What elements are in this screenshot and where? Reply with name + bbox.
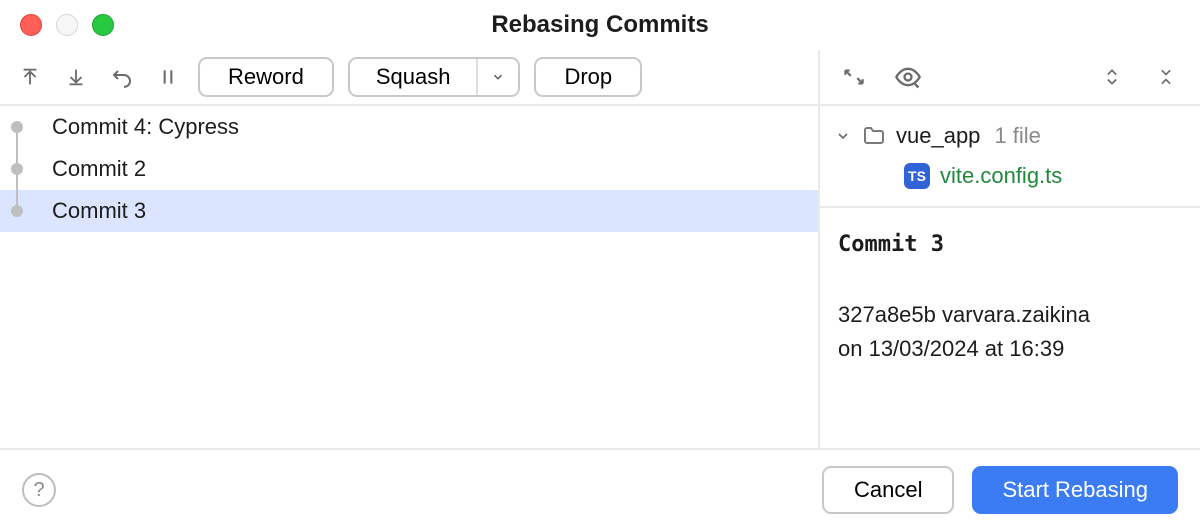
tree-folder-row[interactable]: vue_app 1 file xyxy=(834,116,1186,156)
folder-name: vue_app xyxy=(896,123,980,149)
commit-row[interactable]: Commit 2 xyxy=(0,148,818,190)
close-window-button[interactable] xyxy=(20,14,42,36)
drop-button[interactable]: Drop xyxy=(534,57,642,97)
tree-file-row[interactable]: TS vite.config.ts xyxy=(834,156,1186,196)
main-content: Reword Squash Drop Commit 4: Cypress Com… xyxy=(0,50,1200,448)
maximize-window-button[interactable] xyxy=(92,14,114,36)
move-down-icon[interactable] xyxy=(60,61,92,93)
squash-dropdown-button[interactable] xyxy=(476,59,518,95)
graph-dot xyxy=(11,163,23,175)
squash-split-button: Squash xyxy=(348,57,521,97)
reword-button[interactable]: Reword xyxy=(198,57,334,97)
commit-date: on 13/03/2024 at 16:39 xyxy=(838,336,1064,361)
window-title: Rebasing Commits xyxy=(0,11,1200,39)
move-up-icon[interactable] xyxy=(14,61,46,93)
start-rebasing-button[interactable]: Start Rebasing xyxy=(972,466,1178,514)
undo-icon[interactable] xyxy=(106,61,138,93)
commit-label: Commit 3 xyxy=(52,198,146,224)
left-pane: Reword Squash Drop Commit 4: Cypress Com… xyxy=(0,50,820,448)
pause-icon[interactable] xyxy=(152,61,184,93)
graph-dot xyxy=(11,205,23,217)
preview-icon[interactable] xyxy=(892,61,924,93)
commit-list: Commit 4: Cypress Commit 2 Commit 3 xyxy=(0,106,818,448)
commit-message-title: Commit 3 xyxy=(838,228,1182,262)
help-button[interactable]: ? xyxy=(22,473,56,507)
commit-label: Commit 4: Cypress xyxy=(52,114,239,140)
file-count: 1 file xyxy=(994,123,1040,149)
cancel-button[interactable]: Cancel xyxy=(822,466,954,514)
commit-row[interactable]: Commit 4: Cypress xyxy=(0,106,818,148)
titlebar: Rebasing Commits xyxy=(0,0,1200,50)
expand-icon[interactable] xyxy=(1096,61,1128,93)
rebase-toolbar: Reword Squash Drop xyxy=(0,50,818,106)
squash-button[interactable]: Squash xyxy=(350,59,477,95)
window-controls xyxy=(0,14,114,36)
commit-details: Commit 3 327a8e5b varvara.zaikina on 13/… xyxy=(820,208,1200,386)
changed-files-tree: vue_app 1 file TS vite.config.ts xyxy=(820,106,1200,208)
right-pane: vue_app 1 file TS vite.config.ts Commit … xyxy=(820,50,1200,448)
minimize-window-button[interactable] xyxy=(56,14,78,36)
commit-row[interactable]: Commit 3 xyxy=(0,190,818,232)
commit-author: varvara.zaikina xyxy=(942,302,1090,327)
ts-file-icon: TS xyxy=(904,163,930,189)
graph-dot xyxy=(11,121,23,133)
commit-hash: 327a8e5b xyxy=(838,302,936,327)
file-name: vite.config.ts xyxy=(940,163,1062,189)
commit-label: Commit 2 xyxy=(52,156,146,182)
right-toolbar xyxy=(820,50,1200,106)
group-by-icon[interactable] xyxy=(838,61,870,93)
folder-icon xyxy=(862,124,886,148)
chevron-down-icon[interactable] xyxy=(834,128,852,144)
commit-meta: 327a8e5b varvara.zaikina on 13/03/2024 a… xyxy=(838,298,1182,366)
dialog-footer: ? Cancel Start Rebasing xyxy=(0,448,1200,530)
collapse-icon[interactable] xyxy=(1150,61,1182,93)
